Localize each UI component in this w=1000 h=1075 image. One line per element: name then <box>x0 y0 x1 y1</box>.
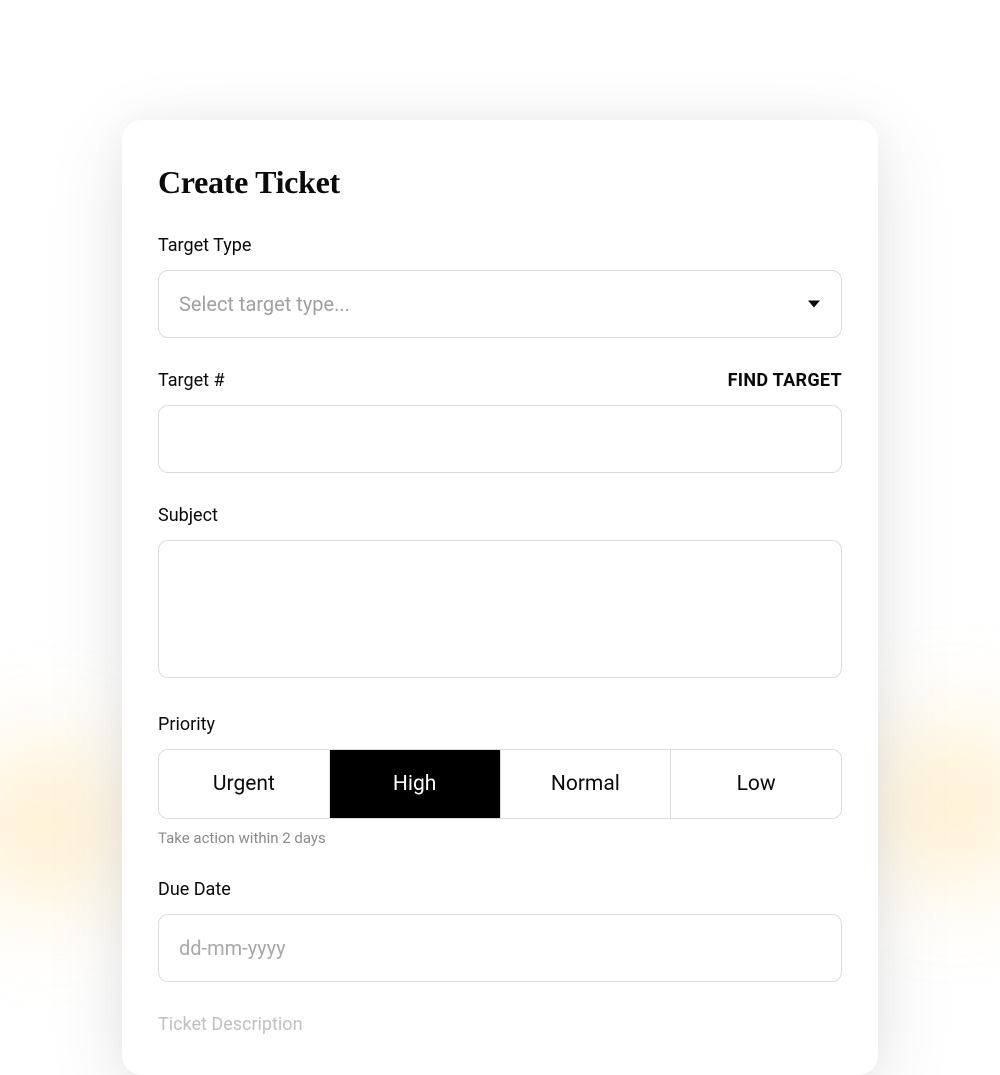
target-type-label: Target Type <box>158 235 251 256</box>
priority-option-normal[interactable]: Normal <box>501 750 672 818</box>
field-priority: Priority Urgent High Normal Low Take act… <box>158 714 842 847</box>
priority-option-urgent[interactable]: Urgent <box>159 750 330 818</box>
due-date-label: Due Date <box>158 879 231 900</box>
ticket-description-label: Ticket Description <box>158 1014 842 1035</box>
subject-label: Subject <box>158 505 218 526</box>
field-target-number: Target # FIND TARGET <box>158 370 842 473</box>
find-target-button[interactable]: FIND TARGET <box>728 370 842 391</box>
subject-input[interactable] <box>158 540 842 678</box>
field-due-date: Due Date dd-mm-yyyy <box>158 879 842 982</box>
target-number-label: Target # <box>158 370 225 391</box>
field-subject: Subject <box>158 505 842 682</box>
priority-label: Priority <box>158 714 215 735</box>
priority-option-high[interactable]: High <box>330 750 501 818</box>
page-title: Create Ticket <box>158 164 842 201</box>
priority-option-low[interactable]: Low <box>671 750 841 818</box>
due-date-input[interactable]: dd-mm-yyyy <box>158 914 842 982</box>
target-type-select[interactable]: Select target type... <box>158 270 842 338</box>
field-target-type: Target Type Select target type... <box>158 235 842 338</box>
priority-helper-text: Take action within 2 days <box>158 829 842 847</box>
priority-group: Urgent High Normal Low <box>158 749 842 819</box>
target-number-input[interactable] <box>158 405 842 473</box>
create-ticket-card: Create Ticket Target Type Select target … <box>122 120 878 1075</box>
